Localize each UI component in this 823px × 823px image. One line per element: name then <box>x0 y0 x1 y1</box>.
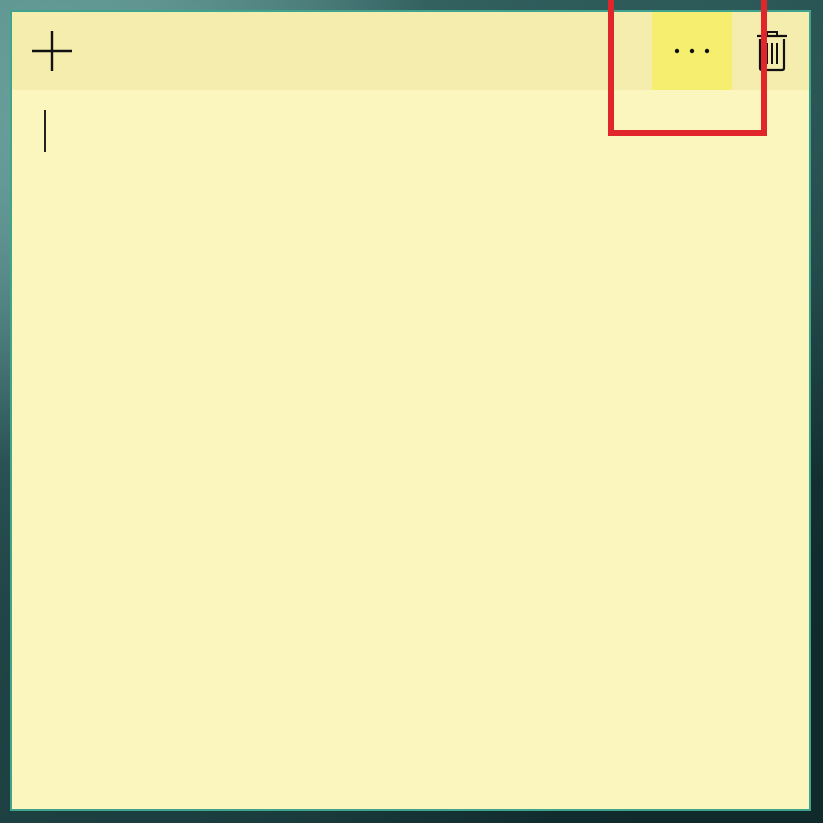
note-text-area[interactable] <box>12 90 809 809</box>
new-note-button[interactable] <box>12 12 92 90</box>
menu-button[interactable] <box>652 12 732 90</box>
sticky-note-window <box>10 10 811 811</box>
delete-note-button[interactable] <box>737 12 807 90</box>
ellipsis-icon <box>674 48 710 54</box>
plus-icon <box>32 31 72 71</box>
note-toolbar <box>12 12 809 90</box>
text-caret <box>44 110 46 152</box>
trash-icon <box>757 31 787 72</box>
